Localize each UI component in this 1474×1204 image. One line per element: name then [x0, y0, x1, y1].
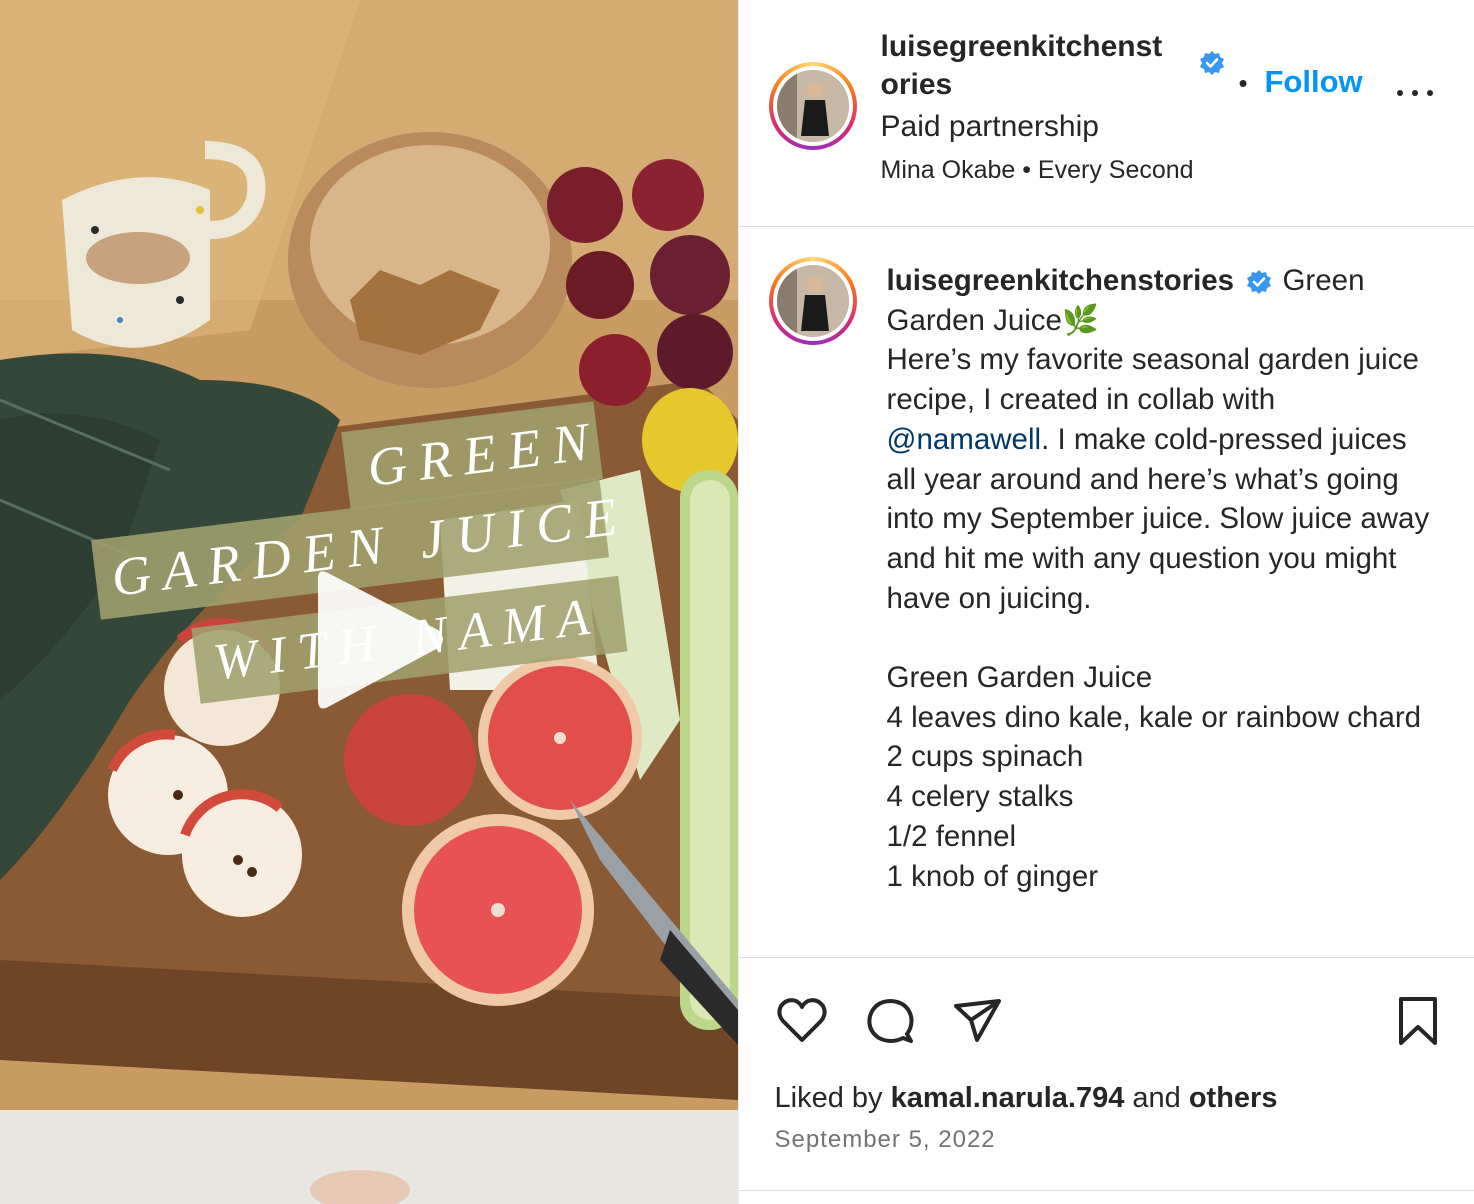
- ingredient-item: 4 leaves dino kale, kale or rainbow char…: [886, 700, 1422, 734]
- caption-section: luisegreenkitchenstories Green Garden Ju…: [738, 227, 1474, 958]
- share-icon[interactable]: [951, 994, 1005, 1048]
- instagram-post: GREEN GARDEN JUICE WITH NAMA luisegreenk…: [0, 0, 1474, 1204]
- more-options-icon[interactable]: [1395, 82, 1435, 102]
- mention-link[interactable]: @namawell: [887, 423, 1042, 456]
- likes-middle: and: [1124, 1082, 1189, 1114]
- play-icon[interactable]: [306, 568, 446, 712]
- likes-others-link[interactable]: others: [1189, 1082, 1278, 1114]
- divider: [738, 1190, 1474, 1191]
- liker-username[interactable]: kamal.narula.794: [891, 1082, 1125, 1114]
- ingredient-item: 1/2 fennel: [886, 819, 1017, 853]
- comment-icon[interactable]: [863, 994, 917, 1048]
- follow-button[interactable]: Follow: [1265, 64, 1363, 100]
- ingredient-item: 2 cups spinach: [886, 740, 1084, 774]
- post-video[interactable]: GREEN GARDEN JUICE WITH NAMA: [0, 0, 738, 1204]
- recipe-title: Green Garden Juice: [886, 661, 1153, 695]
- paid-partnership-label[interactable]: Paid partnership: [881, 110, 1099, 144]
- post-header: luisegreenkitchenstories • Follow Paid p…: [738, 0, 1474, 227]
- ingredient-item: 1 knob of ginger: [886, 859, 1099, 893]
- caption-avatar[interactable]: [768, 257, 857, 345]
- caption-text: luisegreenkitchenstories Green Garden Ju…: [887, 261, 1437, 896]
- header-username[interactable]: luisegreenkitchenstories: [881, 28, 1181, 104]
- caption-intro: Here’s my favorite seasonal garden juice…: [886, 343, 1419, 417]
- caption-username[interactable]: luisegreenkitchenstories: [887, 264, 1235, 297]
- audio-track-link[interactable]: Mina Okabe • Every Second: [881, 156, 1194, 185]
- ingredient-item: 4 celery stalks: [886, 780, 1074, 814]
- bookmark-icon[interactable]: [1391, 994, 1445, 1048]
- action-bar: [739, 960, 1474, 1070]
- heart-icon[interactable]: [775, 994, 829, 1048]
- header-avatar[interactable]: [768, 62, 857, 150]
- verified-badge-icon: [1199, 51, 1224, 75]
- likes-prefix: Liked by: [774, 1082, 891, 1114]
- post-date[interactable]: September 5, 2022: [775, 1126, 996, 1154]
- header-separator: •: [1238, 68, 1248, 98]
- verified-badge-icon: [1247, 270, 1272, 295]
- post-sidebar: luisegreenkitchenstories • Follow Paid p…: [737, 0, 1474, 1204]
- likes-summary: Liked by kamal.narula.794 and others: [775, 1082, 1278, 1115]
